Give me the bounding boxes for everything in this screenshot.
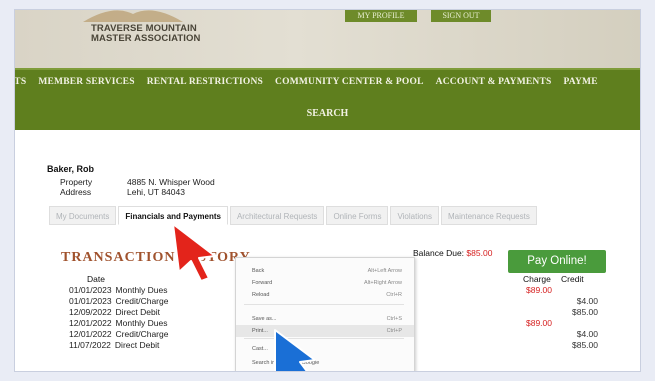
table-row: 01/01/2023 Monthly Dues	[69, 285, 168, 295]
row-credit: $85.00	[572, 307, 598, 317]
context-menu-item[interactable]: Back Alt+Left Arrow	[236, 265, 414, 277]
context-menu: Back Alt+Left Arrow Forward Alt+Right Arrow…	[235, 257, 415, 371]
row-charge: $89.00	[526, 285, 552, 295]
menu-separator	[244, 338, 404, 339]
row-description: Credit/Charge	[115, 329, 169, 339]
row-description: Monthly Dues	[115, 318, 168, 328]
nav-item-4[interactable]: ACCOUNT & PAYMENTS	[436, 77, 552, 87]
address-row: Address Lehi, UT 84043	[15, 187, 315, 198]
association-name: TRAVERSE MOUNTAIN MASTER ASSOCIATION	[91, 23, 201, 44]
context-menu-item[interactable]: Print... Ctrl+P	[236, 325, 414, 337]
menu-item-label: Print...	[252, 328, 268, 334]
nav-item-1[interactable]: MEMBER SERVICES	[38, 77, 134, 87]
balance-value: $85.00	[466, 248, 493, 258]
tab-0[interactable]: My Documents	[49, 206, 117, 225]
table-row: 11/07/2022 Direct Debit	[69, 340, 159, 350]
nav-item-2[interactable]: RENTAL RESTRICTIONS	[147, 77, 263, 87]
menu-item-shortcut: Ctrl+P	[386, 328, 402, 334]
menu-item-label: Cast...	[252, 346, 268, 352]
property-value: 4885 N. Whisper Wood	[127, 177, 215, 187]
row-date: 01/01/2023	[69, 285, 112, 295]
browser-screenshot: TRAVERSE MOUNTAIN MASTER ASSOCIATION MY …	[15, 10, 640, 371]
table-row: 01/01/2023 Credit/Charge	[69, 296, 168, 306]
row-description: Direct Debit	[115, 307, 160, 317]
row-credit: $4.00	[576, 296, 598, 306]
menu-item-label: Forward	[252, 280, 273, 286]
menu-item-shortcut: Ctrl+R	[386, 292, 402, 298]
nav-items: EMENTS MEMBER SERVICES RENTAL RESTRICTIONS…	[15, 77, 610, 87]
tab-5[interactable]: Maintenance Requests	[441, 206, 537, 225]
row-description: Direct Debit	[114, 340, 160, 350]
property-label: Property	[60, 177, 93, 187]
menu-item-label: Back	[252, 268, 265, 274]
menu-item-label: Save as...	[252, 316, 277, 322]
transaction-history-title: TRANSACTION HISTORY	[61, 250, 251, 265]
menu-item-shortcut: Ctrl+S	[386, 316, 402, 322]
nav-item-5[interactable]: PAYME	[564, 77, 598, 87]
context-menu-item[interactable]: Save as... Ctrl+S	[236, 313, 414, 325]
balance-due: Balance Due: $85.00	[413, 248, 493, 258]
address-label: Address	[60, 187, 92, 197]
menu-item-shortcut: Alt+Left Arrow	[367, 268, 402, 274]
menu-item-label: Reload	[252, 292, 270, 298]
row-charge: $89.00	[526, 318, 552, 328]
tab-3[interactable]: Online Forms	[326, 206, 389, 225]
row-credit: $4.00	[576, 329, 598, 339]
row-date: 11/07/2022	[69, 340, 111, 350]
address-value: Lehi, UT 84043	[127, 187, 185, 197]
tab-2[interactable]: Architectural Requests	[229, 206, 325, 225]
row-date: 12/09/2022	[69, 307, 112, 317]
row-date: 12/01/2022	[69, 329, 112, 339]
blue-arrow-cursor-icon	[274, 329, 316, 371]
column-header-charge: Charge	[523, 274, 551, 284]
nav-item-search[interactable]: SEARCH	[15, 108, 640, 119]
row-credit: $85.00	[572, 340, 598, 350]
pay-online-button[interactable]: Pay Online!	[508, 250, 606, 273]
site-header: TRAVERSE MOUNTAIN MASTER ASSOCIATION MY …	[15, 10, 640, 68]
nav-item-0[interactable]: EMENTS	[15, 77, 26, 87]
context-menu-item[interactable]: Cast...	[236, 343, 414, 355]
account-tabs: My Documents Financials and Payments Archi…	[49, 206, 539, 225]
main-nav: EMENTS MEMBER SERVICES RENTAL RESTRICTIONS…	[15, 68, 640, 130]
context-menu-item[interactable]: Reload Ctrl+R	[236, 289, 414, 301]
nav-item-3[interactable]: COMMUNITY CENTER & POOL	[275, 77, 424, 87]
table-row: 12/09/2022 Direct Debit	[69, 307, 160, 317]
row-date: 12/01/2022	[69, 318, 112, 328]
column-header-credit: Credit	[561, 274, 584, 284]
table-row: 12/01/2022 Credit/Charge	[69, 329, 168, 339]
menu-separator	[244, 304, 404, 305]
my-profile-button[interactable]: MY PROFILE	[345, 10, 417, 22]
owner-name: Baker, Rob	[47, 164, 95, 174]
tab-4[interactable]: Violations	[390, 206, 439, 225]
column-header-date: Date	[87, 274, 105, 284]
menu-item-shortcut: Alt+Right Arrow	[363, 280, 402, 286]
row-date: 01/01/2023	[69, 296, 112, 306]
context-menu-item[interactable]: Search images with Google	[236, 357, 414, 369]
red-arrow-cursor-icon	[172, 223, 216, 282]
mountain-logo-icon	[83, 10, 183, 22]
context-menu-item[interactable]: Forward Alt+Right Arrow	[236, 277, 414, 289]
table-row: 12/01/2022 Monthly Dues	[69, 318, 168, 328]
row-description: Monthly Dues	[115, 285, 168, 295]
row-description: Credit/Charge	[115, 296, 169, 306]
sign-out-button[interactable]: SIGN OUT	[431, 10, 491, 22]
